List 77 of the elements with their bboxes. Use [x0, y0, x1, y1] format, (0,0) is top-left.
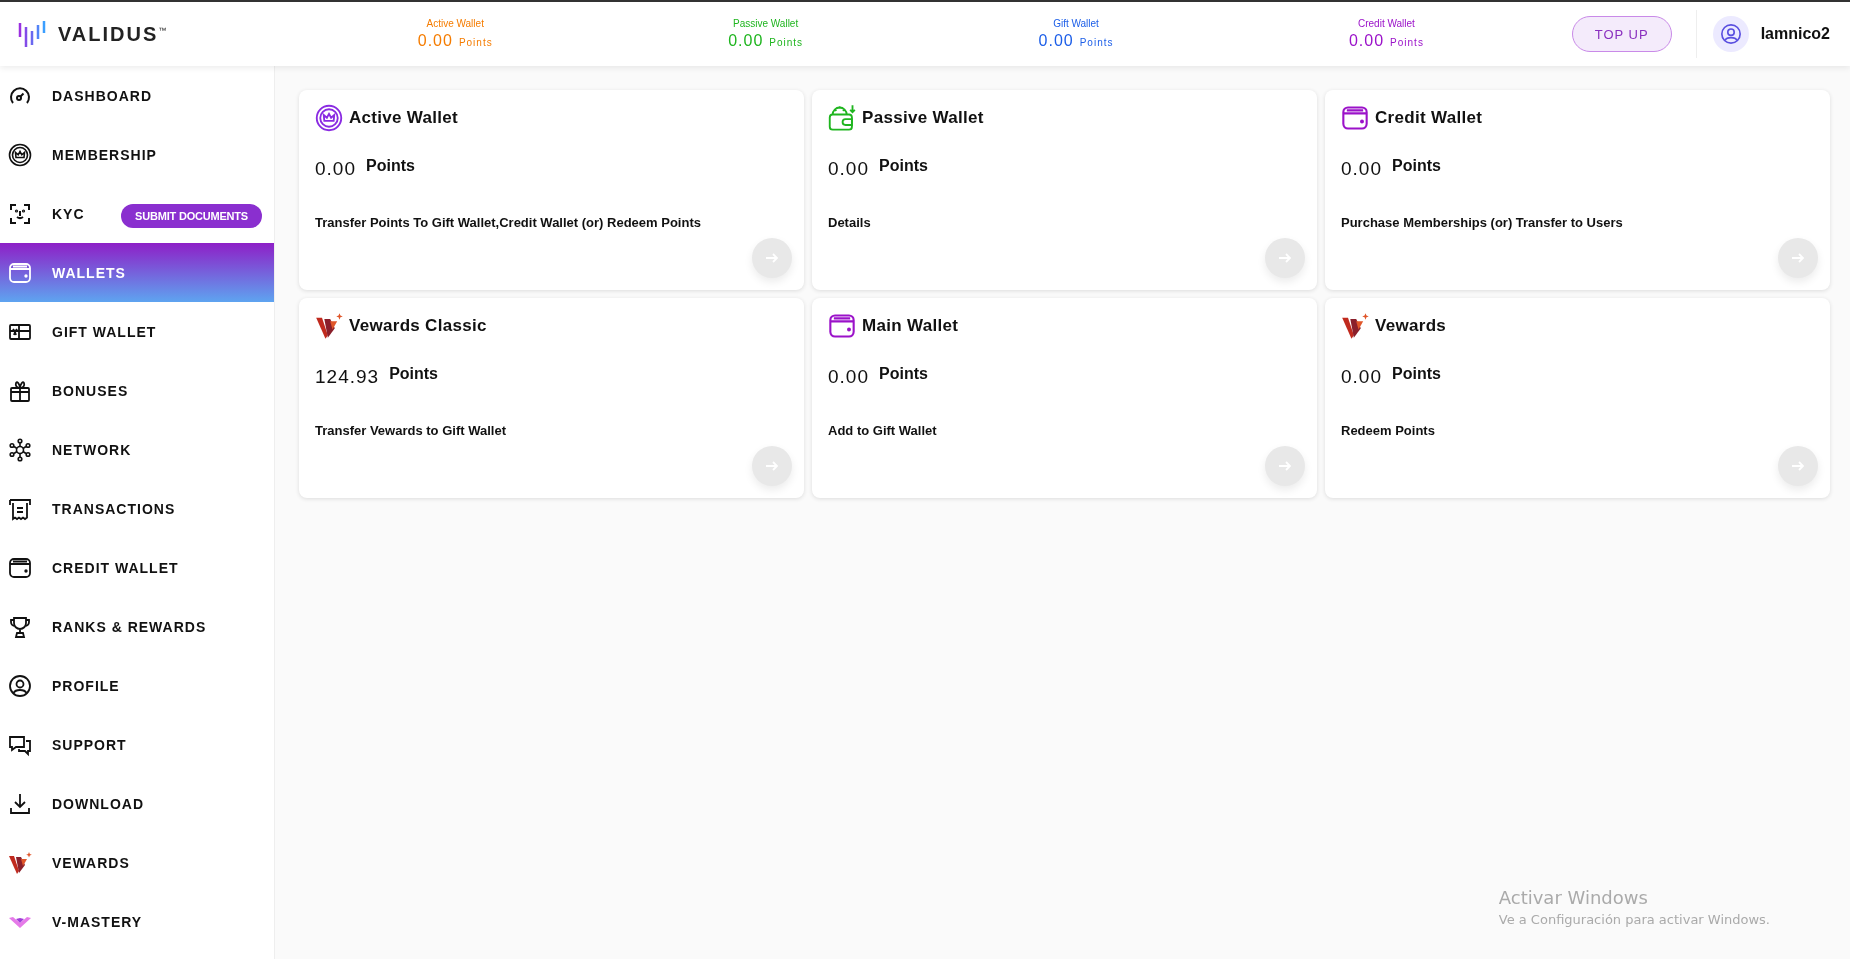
v-logo-icon — [8, 850, 32, 875]
trophy-icon — [8, 614, 32, 639]
avatar[interactable] — [1712, 16, 1749, 52]
sidebar-item[interactable]: PROFILE — [0, 656, 274, 715]
points-unit: Points — [879, 365, 928, 383]
wallet-amount: 0.00 — [728, 32, 764, 50]
points-amount: 0.00 — [828, 366, 869, 388]
points-unit: Points — [879, 157, 928, 175]
card-title: Vewards — [1375, 316, 1447, 336]
sidebar-item[interactable]: DASHBOARD — [0, 66, 274, 125]
user-icon — [1719, 23, 1742, 45]
points-unit: Points — [1392, 157, 1441, 175]
logo-mark-icon — [18, 19, 46, 49]
points-amount: 0.00 — [1341, 158, 1382, 180]
wallet-icon — [1341, 104, 1369, 132]
wallet-label: Credit Wallet — [1358, 18, 1415, 29]
user-icon — [8, 673, 32, 698]
face-scan-icon — [8, 201, 32, 226]
submit-documents-button[interactable]: SUBMIT DOCUMENTS — [121, 203, 262, 228]
wallet-label: Gift Wallet — [1053, 18, 1099, 29]
points-unit: Points — [389, 365, 438, 383]
sidebar-item[interactable]: GIFT WALLET — [0, 302, 274, 361]
wallet-unit: Points — [1390, 37, 1424, 48]
wallet-unit: Points — [458, 37, 493, 48]
network-icon — [8, 437, 32, 462]
sidebar-item[interactable]: CREDIT WALLET — [0, 538, 274, 597]
sidebar-item[interactable]: TRANSACTIONS — [0, 479, 274, 538]
wallet-icon — [8, 260, 32, 285]
card-title: Passive Wallet — [862, 108, 984, 128]
points-amount: 0.00 — [315, 158, 356, 180]
wallet-icon — [8, 555, 32, 580]
wallet-label: Active Wallet — [426, 18, 484, 29]
card-description: Details — [828, 214, 872, 232]
card-description: Add to Gift Wallet — [828, 422, 938, 440]
sidebar-item[interactable]: DOWNLOAD — [0, 774, 274, 833]
download-icon — [8, 791, 32, 816]
sidebar-item[interactable]: NETWORK — [0, 420, 274, 479]
sidebar-item[interactable]: MEMBERSHIP — [0, 125, 274, 184]
points-amount: 0.00 — [1341, 366, 1382, 388]
activation-title: Activar Windows — [1498, 887, 1649, 908]
wallet-unit: Points — [769, 37, 804, 48]
sidebar-item[interactable]: BONUSES — [0, 361, 274, 420]
card-description: Redeem Points — [1341, 422, 1436, 440]
wallet-coins-icon — [828, 104, 856, 132]
points-unit: Points — [366, 157, 415, 175]
wallet-unit: Points — [1079, 37, 1114, 48]
v-logo-icon — [315, 312, 343, 340]
points-amount: 124.93 — [315, 366, 380, 388]
points-unit: Points — [1392, 365, 1441, 383]
gift-box-icon — [8, 378, 32, 403]
v-logo-icon — [1341, 312, 1369, 340]
brand-logo-text: VALIDUS$^{™}$ — [58, 22, 169, 46]
wallet-icon — [828, 312, 856, 340]
crown-badge-icon — [8, 142, 32, 167]
wallet-amount: 0.00 — [1038, 32, 1074, 50]
card-description: Purchase Memberships (or) Transfer to Users — [1341, 214, 1624, 232]
wallet-label: Passive Wallet — [733, 18, 799, 29]
sidebar-item[interactable]: WALLETS — [0, 243, 274, 302]
card-description: Transfer Points To Gift Wallet,Credit Wallet (or) Redeem Points — [315, 214, 702, 232]
card-title: Active Wallet — [349, 108, 459, 128]
top-up-button[interactable]: TOP UP — [1571, 16, 1672, 52]
sidebar-item[interactable]: SUPPORT — [0, 715, 274, 774]
card-description: Transfer Vewards to Gift Wallet — [315, 422, 507, 440]
username: Iamnico2 — [1760, 25, 1830, 43]
sidebar-label[interactable]: KYC — [52, 205, 102, 222]
wallet-amount: 0.00 — [417, 32, 453, 50]
sidebar-item[interactable]: V-MASTERY — [0, 892, 274, 951]
card-title: Vewards Classic — [349, 316, 487, 336]
wallet-amount: 0.00 — [1348, 32, 1385, 50]
receipt-icon — [8, 496, 32, 521]
card-title: Credit Wallet — [1375, 108, 1483, 128]
points-amount: 0.00 — [828, 158, 869, 180]
activation-text: Ve a Configuración para activar Windows. — [1498, 912, 1770, 927]
sidebar-item[interactable]: RANKS & REWARDS — [0, 597, 274, 656]
sidebar-item[interactable]: VEWARDS — [0, 833, 274, 892]
crown-badge-icon — [315, 104, 343, 132]
card-title: Main Wallet — [862, 316, 959, 336]
